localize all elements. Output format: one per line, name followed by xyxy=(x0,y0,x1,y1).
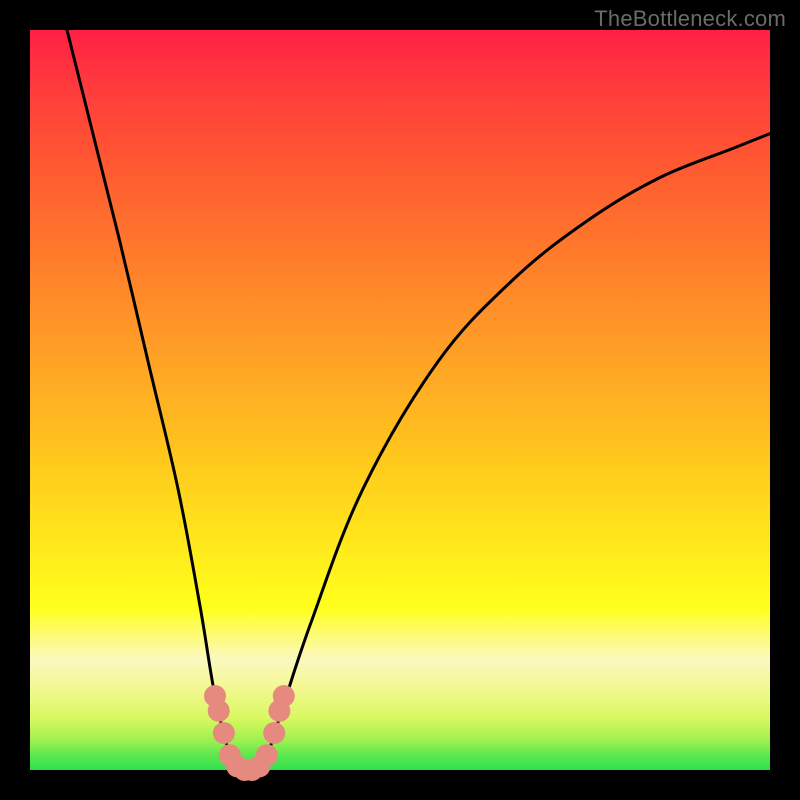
config-marker xyxy=(256,744,278,766)
marker-cluster xyxy=(204,685,295,781)
config-marker xyxy=(213,722,235,744)
watermark-text: TheBottleneck.com xyxy=(594,6,786,32)
chart-frame: TheBottleneck.com xyxy=(0,0,800,800)
config-marker xyxy=(208,700,230,722)
plot-area xyxy=(30,30,770,770)
bottleneck-curve xyxy=(67,30,770,772)
config-marker xyxy=(263,722,285,744)
config-marker xyxy=(273,685,295,707)
bottleneck-curve-path xyxy=(67,30,770,772)
curve-layer xyxy=(30,30,770,770)
